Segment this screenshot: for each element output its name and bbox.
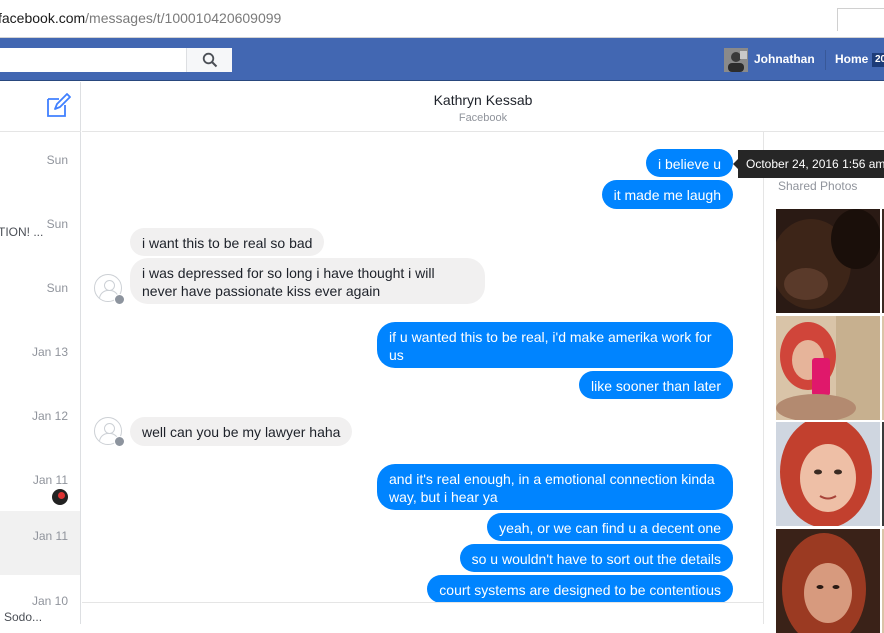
url-host: facebook.com bbox=[0, 10, 86, 26]
home-link[interactable]: Home bbox=[835, 52, 868, 66]
timestamp-tooltip: October 24, 2016 1:56 am bbox=[733, 150, 884, 178]
url-text[interactable]: facebook.com/messages/t/100010420609099 bbox=[0, 10, 281, 26]
profile-avatar[interactable] bbox=[724, 48, 748, 72]
facebook-badge-icon bbox=[114, 294, 125, 305]
message-thread: i believe u it made me laugh i want this… bbox=[82, 132, 763, 602]
conversation-item[interactable]: Jan 10 Sodo... bbox=[0, 587, 80, 624]
incoming-message[interactable]: i want this to be real so bad bbox=[130, 228, 325, 256]
outgoing-message[interactable]: court systems are designed to be content… bbox=[427, 575, 733, 602]
shared-photo-image bbox=[776, 316, 880, 420]
outgoing-message[interactable]: i believe u bbox=[645, 149, 733, 177]
conversation-item[interactable]: Sun bbox=[0, 139, 80, 203]
outgoing-message[interactable]: so u wouldn't have to sort out the detai… bbox=[459, 544, 733, 572]
profile-name-link[interactable]: Johnathan bbox=[754, 52, 815, 66]
incoming-message[interactable]: i was depressed for so long i have thoug… bbox=[130, 258, 485, 304]
search-button[interactable] bbox=[186, 48, 232, 72]
message-composer[interactable] bbox=[82, 602, 763, 625]
browser-tab-edge bbox=[837, 8, 884, 31]
shared-photo-image bbox=[776, 422, 880, 526]
facebook-badge-icon bbox=[114, 436, 125, 447]
conversation-date: Jan 13 bbox=[31, 345, 68, 359]
outgoing-message[interactable]: like sooner than later bbox=[579, 371, 733, 399]
outgoing-message[interactable]: and it's real enough, in a emotional con… bbox=[377, 464, 733, 510]
outgoing-message[interactable]: yeah, or we can find u a decent one bbox=[487, 513, 733, 541]
home-count-badge: 20 bbox=[872, 53, 884, 67]
url-path: /messages/t/100010420609099 bbox=[85, 10, 282, 26]
shared-photo[interactable] bbox=[776, 316, 880, 420]
conversation-snippet: TION! ... bbox=[0, 225, 44, 239]
conversation-item[interactable]: Sun bbox=[0, 267, 80, 331]
shared-photo[interactable] bbox=[776, 422, 880, 526]
facebook-top-bar bbox=[0, 38, 884, 81]
nav-separator bbox=[825, 50, 826, 70]
conversation-date: Sun bbox=[46, 217, 68, 231]
conversation-date: Jan 12 bbox=[31, 409, 68, 423]
conversation-date: Sun bbox=[46, 281, 68, 295]
outgoing-message[interactable]: if u wanted this to be real, i'd make am… bbox=[377, 322, 733, 368]
shared-photo[interactable] bbox=[776, 209, 880, 313]
conversation-date: Sun bbox=[46, 153, 68, 167]
incoming-message[interactable]: well can you be my lawyer haha bbox=[130, 417, 353, 446]
search-input[interactable] bbox=[0, 48, 186, 72]
shared-photo-image bbox=[776, 529, 880, 633]
conversation-item-active[interactable]: Jan 11 bbox=[0, 511, 80, 575]
shared-photo[interactable] bbox=[776, 529, 880, 633]
info-panel-divider bbox=[763, 132, 764, 624]
conversation-header: Kathryn Kessab Facebook bbox=[82, 82, 884, 132]
conversation-date: Jan 10 bbox=[31, 594, 68, 608]
browser-address-bar[interactable]: facebook.com/messages/t/100010420609099 bbox=[0, 0, 884, 38]
read-receipt-avatar bbox=[52, 489, 68, 505]
conversation-date: Jan 11 bbox=[32, 473, 68, 487]
contact-name[interactable]: Kathryn Kessab bbox=[0, 92, 884, 108]
conversation-list-divider bbox=[0, 131, 81, 132]
shared-photos-title: Shared Photos bbox=[778, 179, 858, 193]
contact-subtitle: Facebook bbox=[458, 112, 508, 124]
conversation-snippet: Sodo... bbox=[4, 610, 43, 624]
conversation-date: Jan 11 bbox=[32, 529, 68, 543]
outgoing-message[interactable]: it made me laugh bbox=[601, 180, 733, 209]
conversation-item[interactable]: Jan 13 bbox=[0, 331, 80, 395]
profile-photo bbox=[724, 48, 748, 72]
search-icon bbox=[202, 52, 218, 68]
conversation-item[interactable]: Sun TION! ... bbox=[0, 203, 80, 267]
conversation-item[interactable]: Jan 12 bbox=[0, 395, 80, 459]
shared-photo-image bbox=[776, 209, 880, 313]
